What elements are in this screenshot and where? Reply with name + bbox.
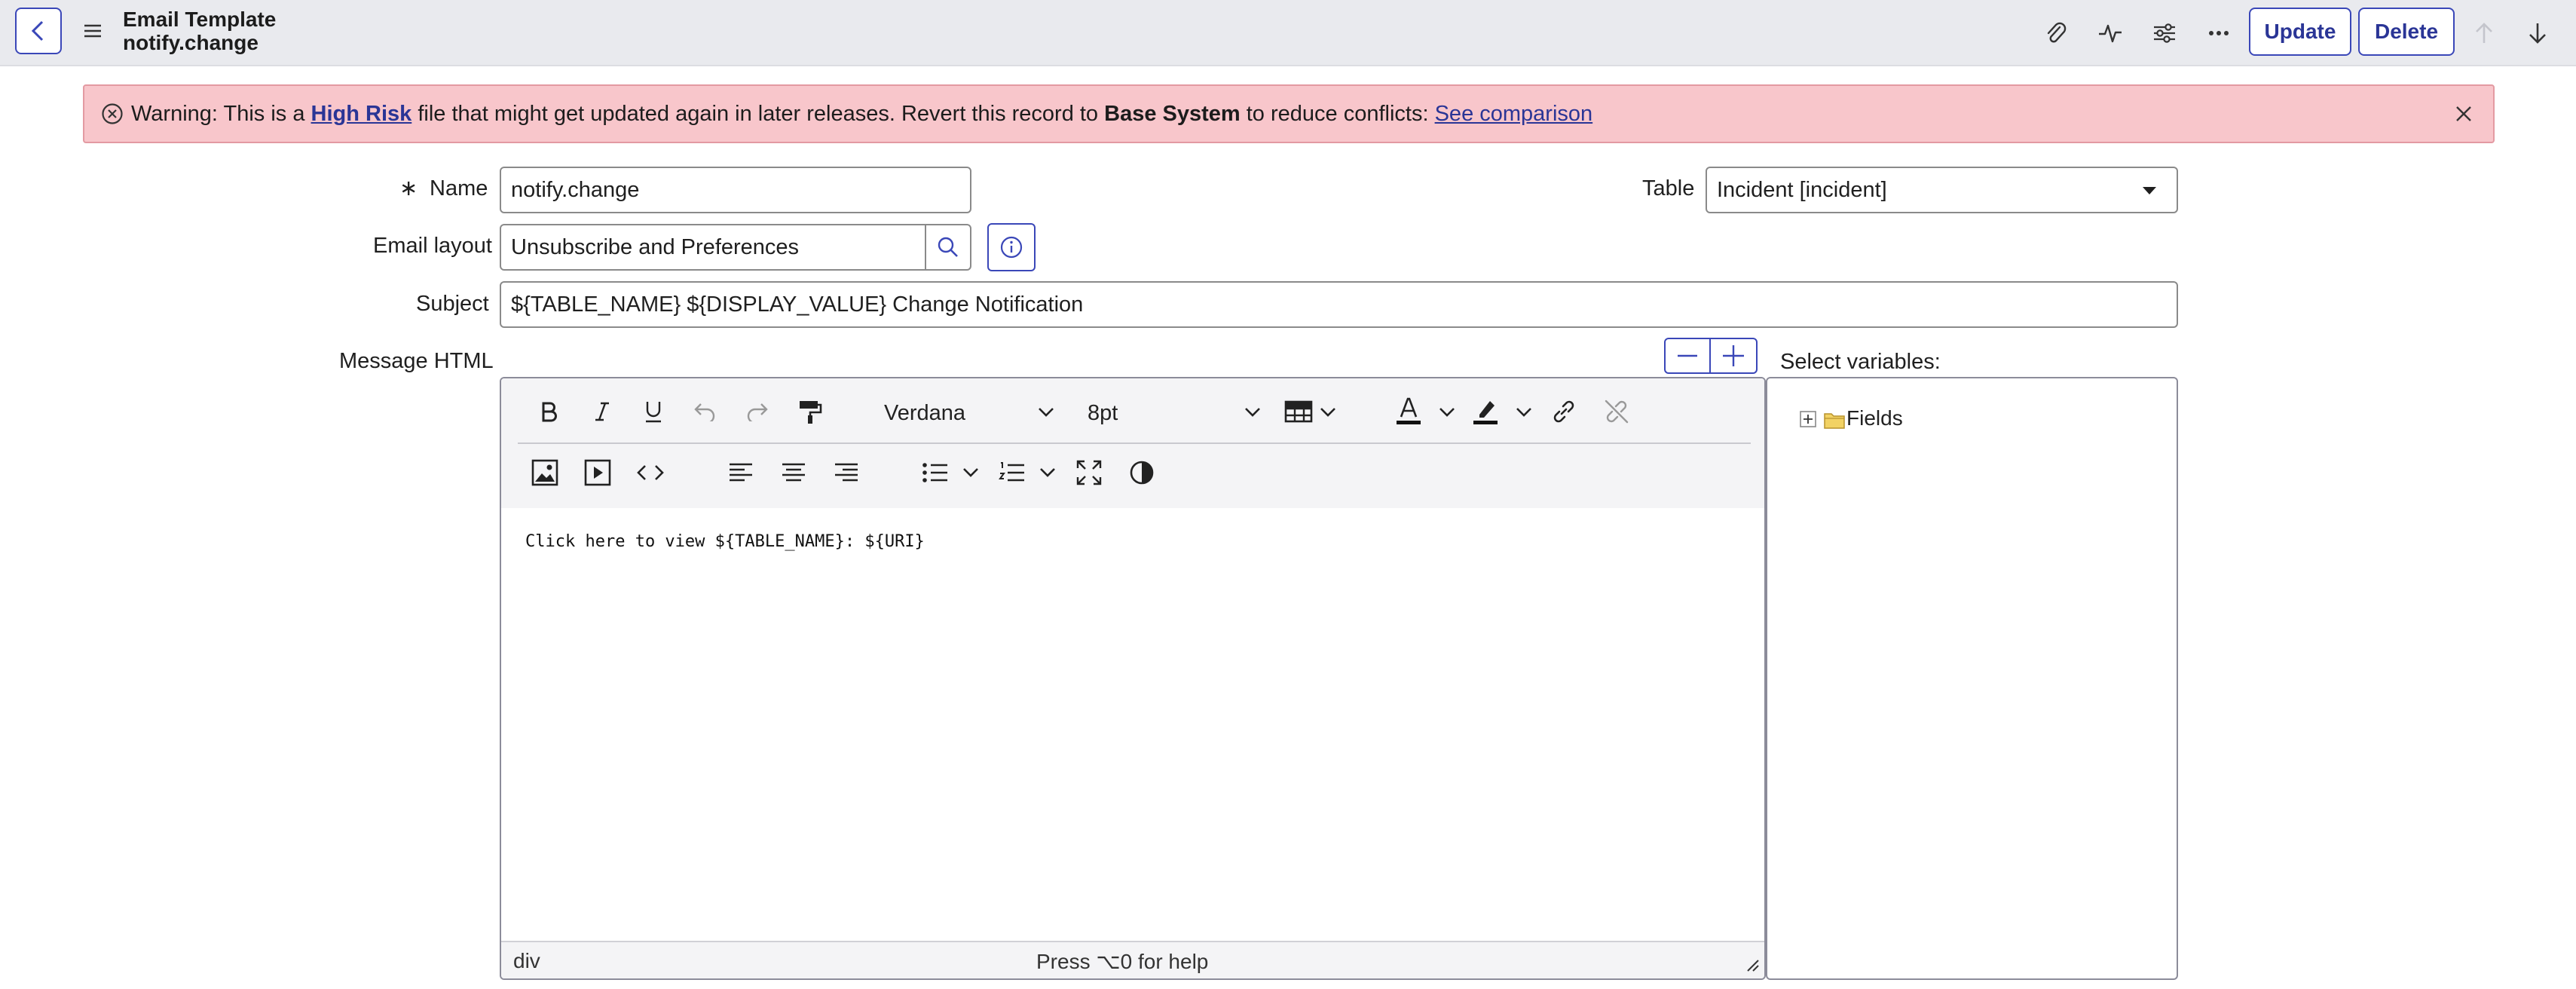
help-hint: Press ⌥0 for help	[1036, 950, 1209, 973]
message-html-editor: Verdana 8pt Click here to view ${TABLE_N…	[500, 377, 1766, 980]
numbered-list-icon[interactable]	[996, 456, 1029, 489]
info-icon	[1000, 236, 1023, 259]
close-icon[interactable]	[2454, 104, 2474, 124]
see-comparison-link[interactable]: See comparison	[1435, 102, 1593, 126]
table-label: Table	[1642, 176, 1695, 201]
align-right-icon[interactable]	[830, 456, 863, 489]
fullscreen-icon[interactable]	[1072, 456, 1106, 489]
table-select[interactable]: Incident [incident]	[1706, 167, 2178, 213]
arrow-up-icon[interactable]	[2469, 18, 2499, 48]
base-system-text: Base System	[1104, 102, 1241, 126]
delete-button[interactable]: Delete	[2358, 8, 2455, 56]
preview-info-button[interactable]	[987, 223, 1036, 271]
email-layout-label: Email layout	[373, 234, 492, 258]
expand-plus-icon[interactable]	[1800, 411, 1816, 427]
format-painter-icon[interactable]	[794, 395, 827, 428]
expand-editor-button[interactable]	[1709, 338, 1758, 374]
hamburger-menu-icon[interactable]	[83, 23, 102, 39]
high-risk-link[interactable]: High Risk	[311, 102, 412, 126]
search-icon	[938, 237, 958, 257]
page-title: Email Template	[123, 8, 277, 31]
bullet-list-icon[interactable]	[919, 456, 952, 489]
back-button[interactable]	[15, 8, 62, 54]
resize-handle-icon[interactable]	[1745, 957, 1760, 972]
warning-text: Warning: This is a High Risk file that m…	[131, 102, 1592, 127]
text-color-icon[interactable]	[1392, 393, 1425, 430]
arrow-down-icon[interactable]	[2522, 18, 2553, 48]
align-left-icon[interactable]	[724, 456, 757, 489]
subject-label: Subject	[416, 292, 489, 316]
insert-media-icon[interactable]	[581, 456, 614, 489]
bold-icon[interactable]	[533, 395, 566, 428]
align-center-icon[interactable]	[777, 456, 810, 489]
warning-banner: Warning: This is a High Risk file that m…	[83, 84, 2495, 143]
toolbar-divider	[518, 442, 1751, 444]
source-code-icon[interactable]	[634, 456, 667, 489]
font-size-select[interactable]: 8pt	[1088, 401, 1118, 426]
link-icon[interactable]	[1547, 395, 1580, 428]
record-name: notify.change	[123, 31, 259, 54]
insert-image-icon[interactable]	[528, 456, 561, 489]
editor-content[interactable]: Click here to view ${TABLE_NAME}: ${URI}	[525, 532, 925, 551]
unlink-icon[interactable]	[1600, 395, 1633, 428]
email-layout-field[interactable]: Unsubscribe and Preferences	[500, 224, 926, 271]
highlight-chevron-icon[interactable]	[1516, 407, 1532, 418]
plus-icon	[1723, 345, 1744, 366]
text-color-chevron-icon[interactable]	[1439, 407, 1455, 418]
highlight-color-icon[interactable]	[1469, 393, 1502, 430]
warning-middle: file that might get updated again in lat…	[411, 102, 1105, 126]
settings-sliders-icon[interactable]	[2149, 18, 2180, 48]
italic-icon[interactable]	[586, 395, 619, 428]
folder-icon	[1824, 413, 1845, 429]
warning-suffix: to reduce conflicts:	[1240, 102, 1435, 126]
element-path[interactable]: div	[513, 949, 540, 973]
font-family-select[interactable]: Verdana	[884, 401, 965, 426]
editor-toolbar: Verdana 8pt	[501, 378, 1764, 508]
subject-field[interactable]: ${TABLE_NAME} ${DISPLAY_VALUE} Change No…	[500, 281, 2178, 328]
name-field[interactable]: notify.change	[500, 167, 971, 213]
redo-icon[interactable]	[741, 395, 774, 428]
table-selected-value: Incident [incident]	[1717, 177, 1887, 202]
name-label: Name	[430, 176, 488, 201]
record-header: Email Template notify.change Update Dele…	[0, 0, 2576, 66]
minus-icon	[1678, 354, 1697, 357]
undo-icon[interactable]	[688, 395, 721, 428]
contrast-icon[interactable]	[1125, 456, 1158, 489]
select-variables-label: Select variables:	[1780, 350, 1941, 374]
more-options-icon[interactable]	[2204, 18, 2234, 48]
tree-node-fields[interactable]: Fields	[1846, 406, 1903, 430]
warning-prefix: Warning: This is a	[131, 102, 311, 126]
record-title: Email Template notify.change	[123, 8, 276, 54]
font-size-chevron-icon[interactable]	[1244, 407, 1261, 418]
required-indicator: ∗	[399, 176, 418, 201]
numbered-list-chevron-icon[interactable]	[1039, 467, 1056, 478]
chevron-left-icon	[31, 20, 44, 41]
activity-icon[interactable]	[2095, 18, 2125, 48]
font-family-chevron-icon[interactable]	[1038, 407, 1054, 418]
caret-down-icon	[2143, 187, 2156, 194]
error-circle-icon	[102, 103, 123, 124]
paperclip-icon[interactable]	[2040, 18, 2070, 48]
lookup-button[interactable]	[925, 224, 971, 271]
table-chevron-icon[interactable]	[1320, 407, 1336, 418]
editor-statusbar: div Press ⌥0 for help	[501, 941, 1764, 978]
table-icon[interactable]	[1282, 395, 1315, 428]
bullet-list-chevron-icon[interactable]	[962, 467, 979, 478]
shrink-editor-button[interactable]	[1664, 338, 1711, 374]
message-html-label: Message HTML	[339, 349, 494, 373]
variables-tree-panel: Fields	[1766, 377, 2178, 980]
underline-icon[interactable]	[637, 395, 670, 428]
update-button[interactable]: Update	[2249, 8, 2351, 56]
